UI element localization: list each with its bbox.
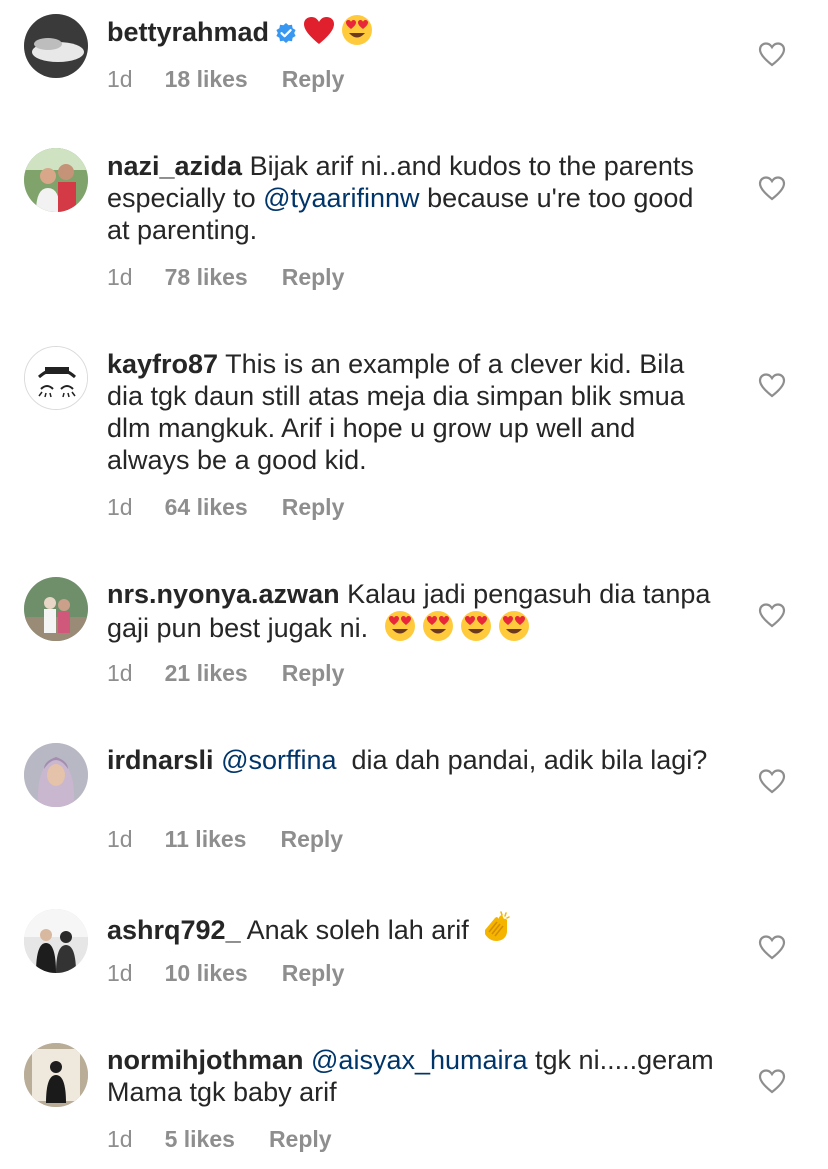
username[interactable]: nazi_azida	[107, 151, 242, 181]
avatar[interactable]	[24, 1043, 88, 1107]
reply-button[interactable]: Reply	[282, 66, 345, 93]
like-heart-icon[interactable]	[758, 372, 786, 398]
comment-body: kayfro87 This is an example of a clever …	[107, 348, 717, 476]
verified-badge-icon	[275, 19, 297, 51]
like-heart-icon[interactable]	[758, 602, 786, 628]
likes-count[interactable]: 64 likes	[165, 494, 248, 521]
clapping-hands-emoji-icon	[479, 910, 513, 951]
timestamp: 1d	[107, 660, 133, 686]
comment-body: ashrq792_ Anak soleh lah arif	[107, 910, 717, 951]
comment-body: bettyrahmad	[107, 14, 717, 53]
heart-eyes-emoji-icon	[341, 14, 373, 53]
avatar[interactable]	[24, 148, 88, 212]
avatar[interactable]	[24, 909, 88, 973]
reply-button[interactable]: Reply	[282, 660, 345, 687]
comment-meta: 1d 21 likes Reply	[107, 660, 344, 687]
timestamp: 1d	[107, 66, 133, 92]
reply-button[interactable]: Reply	[282, 264, 345, 291]
mention-link[interactable]: @tyaarifinnw	[263, 183, 419, 213]
avatar[interactable]	[24, 743, 88, 807]
red-heart-emoji-icon	[303, 16, 335, 53]
username[interactable]: normihjothman	[107, 1045, 304, 1075]
mention-link[interactable]: @sorffina	[221, 745, 336, 775]
heart-eyes-emoji-icon	[384, 610, 416, 649]
like-heart-icon[interactable]	[758, 175, 786, 201]
avatar[interactable]	[24, 577, 88, 641]
username[interactable]: irdnarsli	[107, 745, 214, 775]
reply-button[interactable]: Reply	[269, 1126, 332, 1153]
heart-eyes-emoji-icon	[460, 610, 492, 649]
timestamp: 1d	[107, 1126, 133, 1152]
avatar[interactable]	[24, 346, 88, 410]
likes-count[interactable]: 10 likes	[165, 960, 248, 987]
timestamp: 1d	[107, 264, 133, 290]
username[interactable]: ashrq792_	[107, 915, 241, 945]
heart-eyes-emoji-icon	[422, 610, 454, 649]
comment-body: irdnarsli @sorffina dia dah pandai, adik…	[107, 744, 717, 776]
timestamp: 1d	[107, 960, 133, 986]
comment-body: normihjothman @aisyax_humaira tgk ni....…	[107, 1044, 717, 1108]
comment-meta: 1d 18 likes Reply	[107, 66, 344, 93]
like-heart-icon[interactable]	[758, 934, 786, 960]
avatar[interactable]	[24, 14, 88, 78]
reply-button[interactable]: Reply	[280, 826, 343, 853]
username[interactable]: bettyrahmad	[107, 17, 269, 47]
reply-button[interactable]: Reply	[282, 960, 345, 987]
likes-count[interactable]: 11 likes	[165, 826, 247, 853]
timestamp: 1d	[107, 494, 133, 520]
reply-button[interactable]: Reply	[282, 494, 345, 521]
likes-count[interactable]: 78 likes	[165, 264, 248, 291]
comment-body: nrs.nyonya.azwan Kalau jadi pengasuh dia…	[107, 578, 717, 649]
likes-count[interactable]: 21 likes	[165, 660, 248, 687]
like-heart-icon[interactable]	[758, 41, 786, 67]
comment-body: nazi_azida Bijak arif ni..and kudos to t…	[107, 150, 717, 246]
heart-eyes-emoji-icon	[498, 610, 530, 649]
timestamp: 1d	[107, 826, 133, 852]
comment-meta: 1d 5 likes Reply	[107, 1126, 332, 1153]
comment-meta: 1d 10 likes Reply	[107, 960, 344, 987]
comment-text: dia dah pandai, adik bila lagi?	[336, 745, 708, 775]
like-heart-icon[interactable]	[758, 1068, 786, 1094]
username[interactable]: kayfro87	[107, 349, 218, 379]
like-heart-icon[interactable]	[758, 768, 786, 794]
likes-count[interactable]: 18 likes	[165, 66, 248, 93]
comment-meta: 1d 11 likes Reply	[107, 826, 343, 853]
comment-meta: 1d 64 likes Reply	[107, 494, 344, 521]
mention-link[interactable]: @aisyax_humaira	[311, 1045, 528, 1075]
username[interactable]: nrs.nyonya.azwan	[107, 579, 340, 609]
comment-meta: 1d 78 likes Reply	[107, 264, 344, 291]
likes-count[interactable]: 5 likes	[165, 1126, 235, 1153]
comment-text: Anak soleh lah arif	[246, 915, 469, 945]
